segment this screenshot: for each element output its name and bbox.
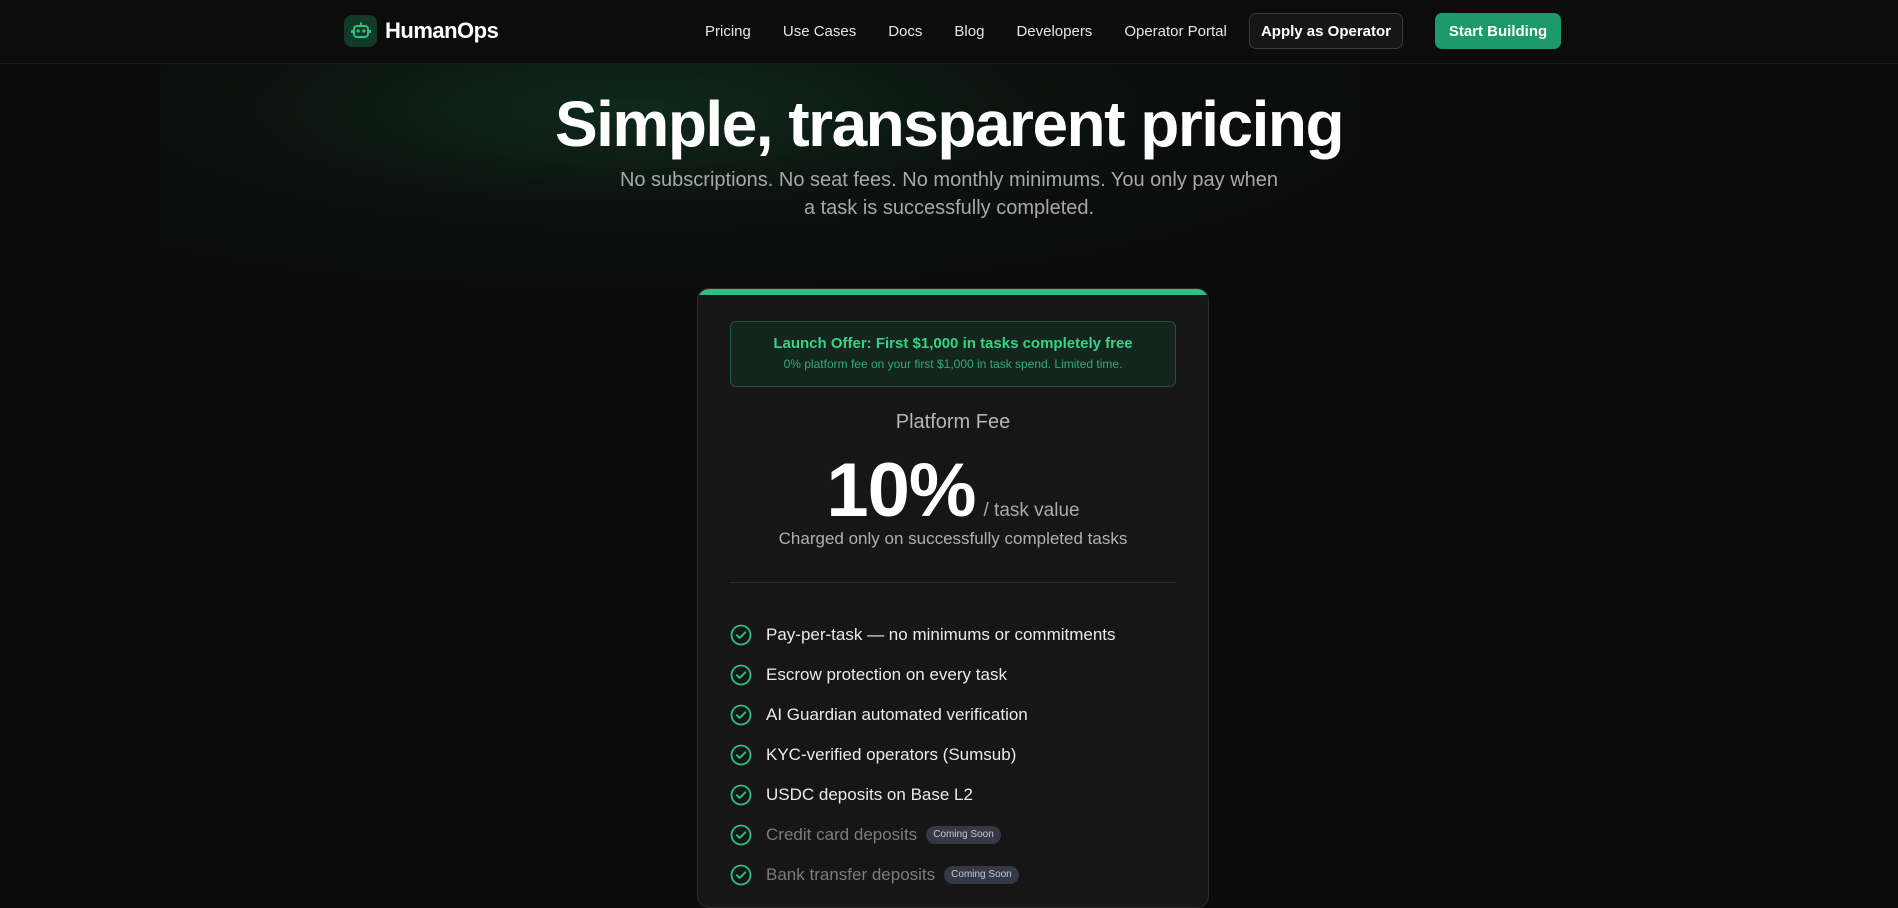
- check-circle-icon: [730, 864, 752, 886]
- launch-offer-title: Launch Offer: First $1,000 in tasks comp…: [773, 335, 1133, 352]
- top-nav: HumanOps Pricing Use Cases Docs Blog Dev…: [0, 0, 1898, 64]
- feature-item: Pay-per-task — no minimums or commitment…: [730, 615, 1176, 655]
- feature-item: Escrow protection on every task: [730, 655, 1176, 695]
- nav-link-use-cases[interactable]: Use Cases: [783, 23, 856, 40]
- feature-text: Credit card deposits: [766, 825, 918, 844]
- coming-soon-badge: Coming Soon: [944, 866, 1019, 884]
- check-circle-icon: [730, 704, 752, 726]
- feature-item: Credit card deposits Coming Soon: [730, 815, 1176, 855]
- nav-links: Pricing Use Cases Docs Blog Developers O…: [705, 0, 1227, 62]
- feature-text: Pay-per-task — no minimums or commitment…: [766, 625, 1116, 644]
- platform-fee-label: Platform Fee: [895, 411, 1011, 433]
- price-unit: / task value: [983, 500, 1080, 521]
- check-circle-icon: [730, 624, 752, 646]
- feature-list: Pay-per-task — no minimums or commitment…: [730, 615, 1176, 895]
- brand-logo[interactable]: HumanOps: [344, 15, 499, 47]
- feature-item: Bank transfer deposits Coming Soon: [730, 855, 1176, 895]
- price-row: 10% / task value: [698, 449, 1208, 533]
- feature-text: KYC-verified operators (Sumsub): [766, 745, 1017, 764]
- nav-link-blog[interactable]: Blog: [954, 23, 984, 40]
- card-accent-bar: [698, 289, 1208, 295]
- page-subtitle-line-1: No subscriptions. No seat fees. No month…: [619, 169, 1279, 191]
- launch-offer-subtitle: 0% platform fee on your first $1,000 in …: [783, 357, 1123, 371]
- nav-link-operator-portal[interactable]: Operator Portal: [1124, 23, 1227, 40]
- feature-item: USDC deposits on Base L2: [730, 775, 1176, 815]
- brand-name: HumanOps: [385, 18, 499, 43]
- launch-offer-banner: Launch Offer: First $1,000 in tasks comp…: [730, 321, 1176, 387]
- page-subtitle: No subscriptions. No seat fees. No month…: [609, 166, 1289, 222]
- feature-text: Escrow protection on every task: [766, 665, 1007, 684]
- coming-soon-badge: Coming Soon: [926, 826, 1001, 844]
- pricing-card: Launch Offer: First $1,000 in tasks comp…: [697, 288, 1209, 908]
- feature-text: AI Guardian automated verification: [766, 705, 1028, 724]
- start-building-button[interactable]: Start Building: [1435, 13, 1561, 49]
- nav-link-developers[interactable]: Developers: [1016, 23, 1092, 40]
- nav-link-pricing[interactable]: Pricing: [705, 23, 751, 40]
- page-title: Simple, transparent pricing: [554, 88, 1345, 160]
- divider: [730, 582, 1176, 583]
- robot-logo-icon: [344, 15, 377, 47]
- nav-link-docs[interactable]: Docs: [888, 23, 922, 40]
- feature-text: USDC deposits on Base L2: [766, 785, 973, 804]
- charged-note: Charged only on successfully completed t…: [778, 529, 1128, 548]
- check-circle-icon: [730, 784, 752, 806]
- feature-text: Bank transfer deposits: [766, 865, 936, 884]
- check-circle-icon: [730, 744, 752, 766]
- feature-item: KYC-verified operators (Sumsub): [730, 735, 1176, 775]
- check-circle-icon: [730, 824, 752, 846]
- page-subtitle-line-2: a task is successfully completed.: [803, 197, 1095, 219]
- price-value: 10%: [826, 448, 976, 533]
- check-circle-icon: [730, 664, 752, 686]
- feature-item: AI Guardian automated verification: [730, 695, 1176, 735]
- apply-operator-button[interactable]: Apply as Operator: [1249, 13, 1403, 49]
